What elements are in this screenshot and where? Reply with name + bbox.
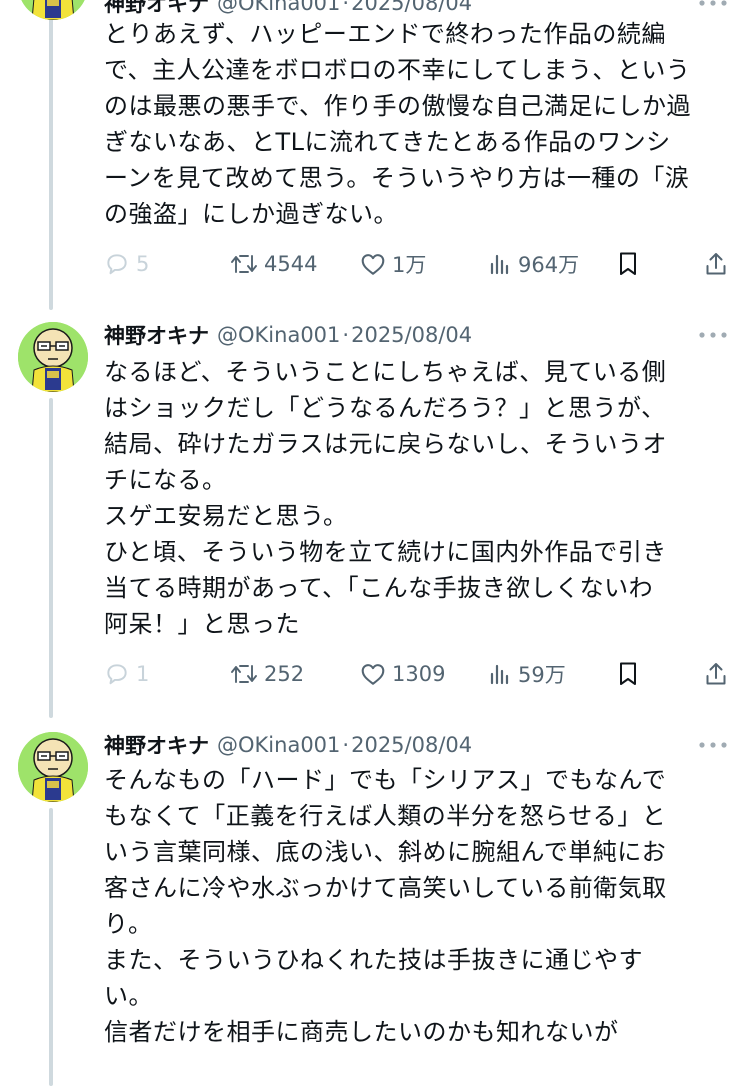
separator: · [342, 323, 350, 347]
tweet-text: なるほど、そういうことにしちゃえば、見ている側 はショックだし「どうなるんだろう… [104, 354, 724, 642]
tweet-line: はショックだし「どうなるんだろう？」と思うが、 [104, 394, 666, 422]
tweet-line: の強盗」にしか過ぎない。 [104, 200, 398, 228]
separator: · [342, 0, 350, 15]
tweet-date[interactable]: 2025/08/04 [351, 733, 472, 757]
avatar[interactable] [18, 322, 88, 392]
views-icon [490, 664, 509, 685]
more-icon[interactable] [696, 318, 730, 352]
bookmark-icon [620, 252, 636, 275]
reply-icon [107, 254, 127, 275]
reply-icon [107, 664, 127, 685]
retweet-button[interactable]: 4544 [230, 244, 317, 284]
author-name[interactable]: 神野オキナ [104, 320, 209, 350]
reply-button[interactable]: 1 [104, 654, 149, 694]
avatar[interactable] [18, 732, 88, 802]
action-bar: 5 4544 1万 964万 [104, 244, 734, 284]
tweet-line: また、そういうひねくれた技は手抜きに通じやす [104, 946, 643, 974]
like-button[interactable]: 1309 [360, 654, 445, 694]
views-count: 59万 [518, 663, 566, 687]
retweet-count: 4544 [264, 252, 318, 276]
retweet-icon [231, 665, 257, 683]
tweet-line: り。 [104, 910, 153, 938]
views-count: 964万 [518, 253, 580, 277]
separator: · [342, 733, 350, 757]
author-handle[interactable]: @OKina001 [217, 733, 340, 757]
views-button[interactable]: 59万 [488, 654, 566, 694]
reply-button[interactable]: 5 [104, 244, 149, 284]
retweet-button[interactable]: 252 [230, 654, 304, 694]
tweet-line: そんなもの「ハード」でも「シリアス」でもなんで [104, 766, 667, 794]
tweet-line: ぎないなあ、とTLに流れてきたとある作品のワンシ [104, 128, 671, 156]
tweet-date[interactable]: 2025/08/04 [351, 323, 472, 347]
tweet-text: そんなもの「ハード」でも「シリアス」でもなんで もなくて「正義を行えば人類の半分… [104, 762, 724, 1050]
tweet-line: 客さんに冷や水ぶっかけて高笑いしている前衛気取 [104, 874, 667, 902]
author-handle[interactable]: @OKina001 [217, 0, 340, 15]
share-icon [706, 253, 726, 275]
tweet-line: もなくて「正義を行えば人類の半分を怒らせる」と [104, 802, 667, 830]
reply-count: 1 [136, 662, 150, 686]
tweet-line: 結局、砕けたガラスは元に戻らないし、そういうオ [104, 430, 668, 458]
tweet-line: なるほど、そういうことにしちゃえば、見ている側 [104, 358, 667, 386]
retweet-count: 252 [264, 662, 305, 686]
tweet-line: とりあえず、ハッピーエンドで終わった作品の続編 [104, 20, 666, 48]
tweet[interactable]: 神野オキナ @OKina001 · 2025/08/04 なるほど、そういうこと… [0, 318, 750, 718]
tweet-line: 信者だけを相手に商売したいのかも知れないが [104, 1018, 619, 1046]
tweet-date[interactable]: 2025/08/04 [351, 0, 472, 15]
tweet-line: い。 [104, 982, 153, 1010]
retweet-icon [231, 255, 257, 273]
bookmark-button[interactable] [616, 244, 640, 284]
bookmark-button[interactable] [616, 654, 640, 694]
tweet-text: とりあえず、ハッピーエンドで終わった作品の続編 で、主人公達をボロボロの不幸にし… [104, 16, 724, 232]
action-bar: 1 252 1309 59万 [104, 654, 734, 694]
tweet[interactable]: 神野オキナ @OKina001 · 2025/08/04 そんなもの「ハード」で… [0, 728, 750, 1086]
author-name[interactable]: 神野オキナ [104, 730, 209, 760]
like-icon [361, 664, 385, 685]
tweet[interactable]: 神野オキナ @OKina001 · 2025/08/04 とりあえず、ハッピーエ… [0, 0, 750, 296]
like-count: 1万 [392, 253, 427, 277]
share-icon [706, 663, 726, 685]
tweet-line: ひと頃、そういう物を立て続けに国内外作品で引き [104, 538, 667, 566]
tweet-line: で、主人公達をボロボロの不幸にしてしまう、という [104, 56, 691, 84]
views-button[interactable]: 964万 [488, 244, 579, 284]
share-button[interactable] [704, 244, 728, 284]
more-icon[interactable] [696, 728, 730, 762]
like-button[interactable]: 1万 [360, 244, 426, 284]
like-icon [361, 254, 385, 275]
share-button[interactable] [704, 654, 728, 694]
tweet-line: スゲエ安易だと思う。 [104, 502, 348, 530]
views-icon [490, 254, 509, 275]
like-count: 1309 [392, 662, 446, 686]
tweet-line: いう言葉同様、底の浅い、斜めに腕組んで単純にお [104, 838, 667, 866]
tweet-line: のは最悪の悪手で、作り手の傲慢な自己満足にしか過 [104, 92, 692, 120]
tweet-line: 当てる時期があって、「こんな手抜き欲しくないわ [104, 574, 654, 602]
bookmark-icon [620, 662, 636, 685]
tweet-line: 阿呆！」と思った [104, 610, 300, 638]
reply-count: 5 [136, 252, 150, 276]
author-handle[interactable]: @OKina001 [217, 323, 340, 347]
avatar[interactable] [18, 0, 88, 20]
tweet-line: ーンを見て改めて思う。そういうやり方は一種の「涙 [104, 164, 690, 192]
tweet-line: チになる。 [104, 466, 227, 494]
